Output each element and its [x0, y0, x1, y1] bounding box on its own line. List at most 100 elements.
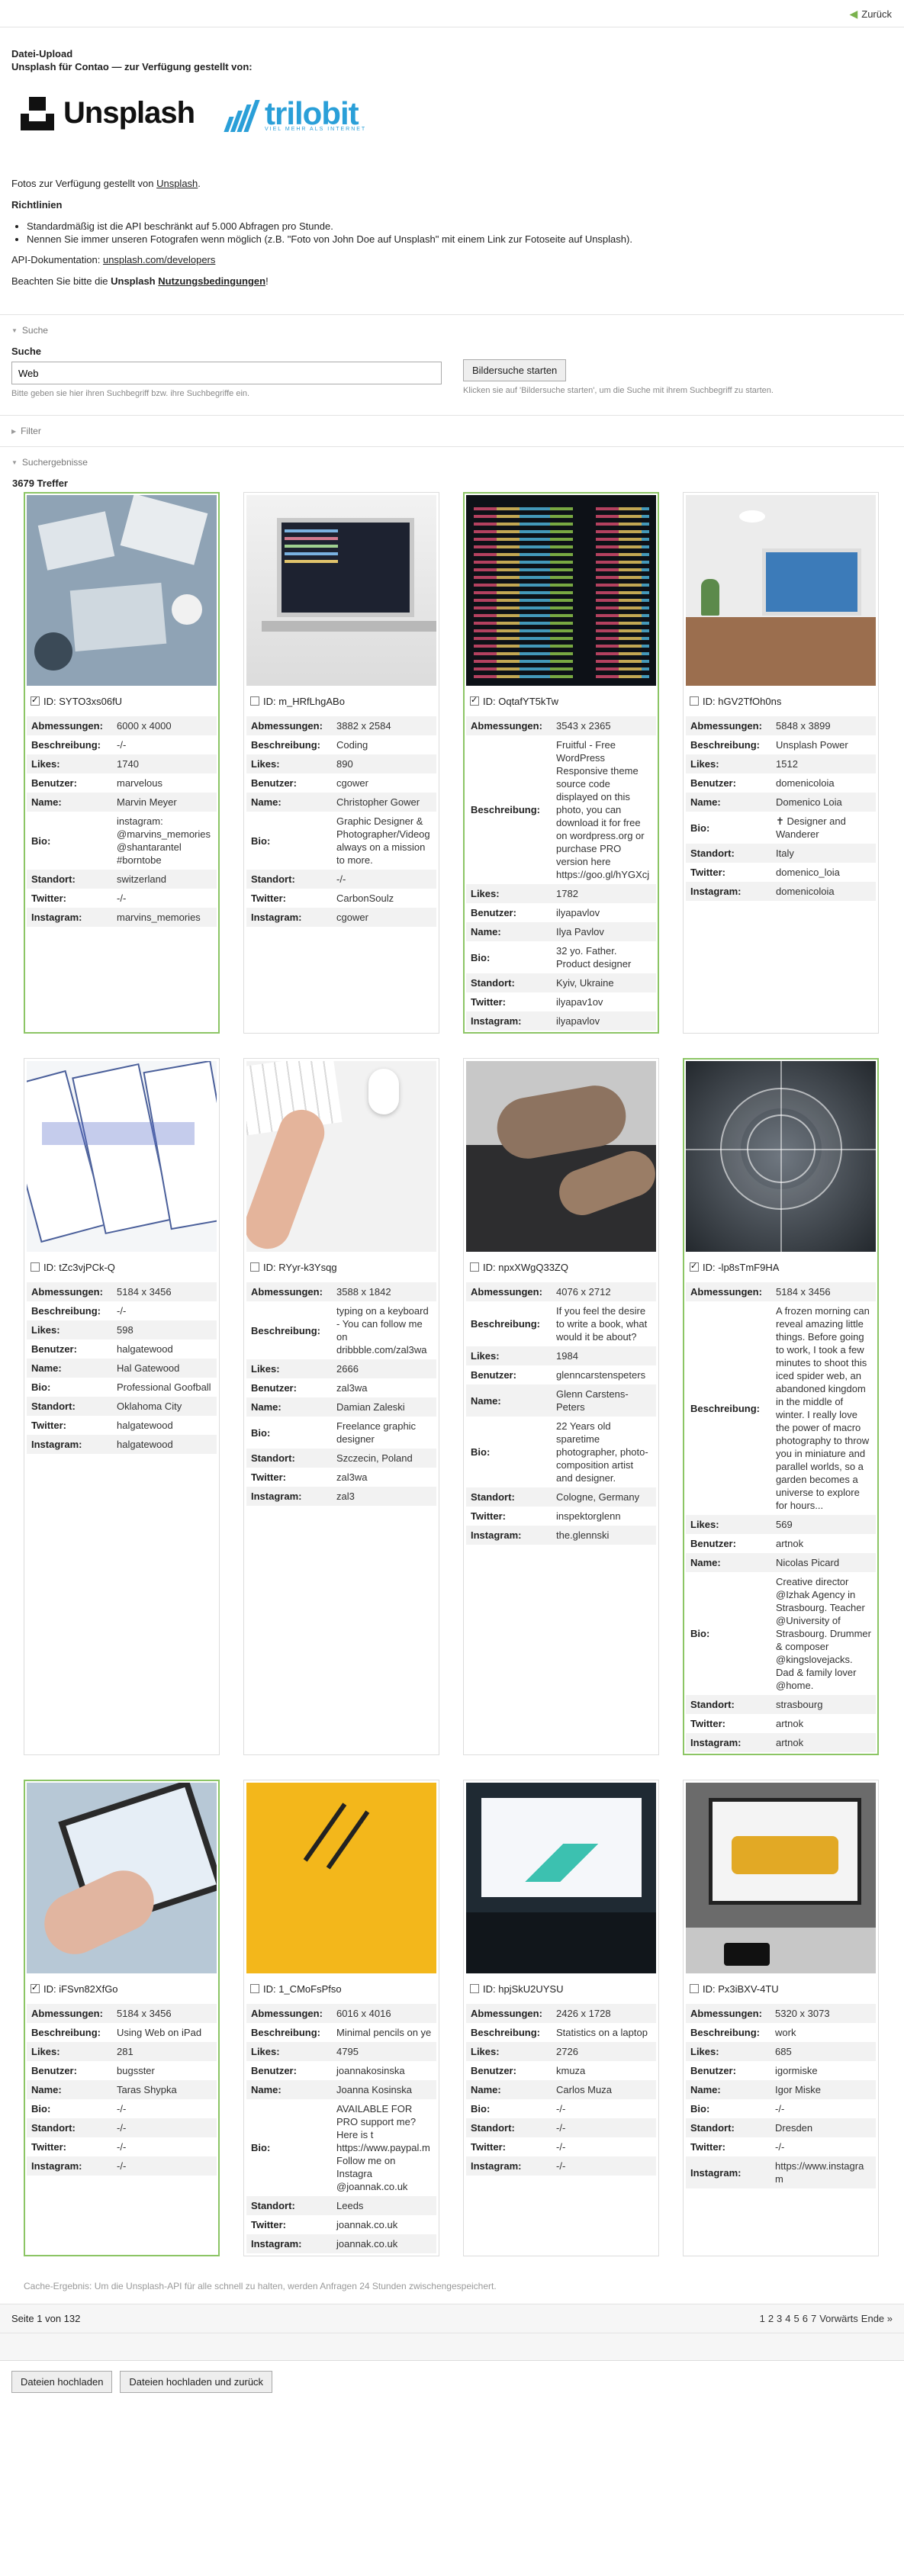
result-card[interactable]: ID: tZc3vjPCk-Q Abmessungen: 5184 x 3456 B…: [24, 1058, 220, 1755]
upload-back-button[interactable]: Dateien hochladen und zurück: [120, 2371, 273, 2393]
meta-row-name: Name: Igor Miske: [686, 2080, 876, 2099]
result-image[interactable]: [27, 1061, 217, 1252]
meta-label: Name:: [27, 2080, 112, 2099]
result-image[interactable]: [246, 1061, 436, 1252]
terms-suffix: !: [265, 275, 269, 287]
result-id-row[interactable]: ID: RYyr-k3Ysqg: [246, 1252, 436, 1282]
result-id-row[interactable]: ID: hGV2TfOh0ns: [686, 686, 876, 716]
result-image[interactable]: [686, 495, 876, 686]
result-image[interactable]: [246, 1783, 436, 1973]
api-doc-link[interactable]: unsplash.com/developers: [103, 254, 215, 265]
trilobit-logo[interactable]: trilobit VIEL MEHR ALS INTERNET: [219, 98, 366, 132]
upload-button[interactable]: Dateien hochladen: [11, 2371, 113, 2393]
meta-value: Domenico Loia: [771, 793, 876, 812]
result-card[interactable]: ID: hGV2TfOh0ns Abmessungen: 5848 x 3899 B…: [683, 492, 879, 1034]
page-link[interactable]: 3: [777, 2313, 782, 2324]
meta-row-tw: Twitter: artnok: [686, 1714, 876, 1733]
result-card[interactable]: ID: Px3iBXV-4TU Abmessungen: 5320 x 3073 B…: [683, 1780, 879, 2256]
results-count: 3679 Treffer: [12, 478, 68, 489]
result-image[interactable]: [27, 495, 217, 686]
meta-label: Twitter:: [31, 892, 66, 904]
result-id-row[interactable]: ID: 1_CMoFsPfso: [246, 1973, 436, 2004]
meta-row-dim: Abmessungen: 5848 x 3899: [686, 716, 876, 735]
result-card[interactable]: ID: RYyr-k3Ysqg Abmessungen: 3588 x 1842 B…: [243, 1058, 439, 1755]
select-checkbox[interactable]: [470, 1984, 479, 1993]
select-checkbox[interactable]: [31, 1983, 40, 1993]
page-link[interactable]: 6: [803, 2313, 808, 2324]
result-image[interactable]: [246, 495, 436, 686]
result-id: ID: hpjSkU2UYSU: [483, 1983, 564, 1995]
result-card[interactable]: ID: -lp8sTmF9HA Abmessungen:5184 x 3456B…: [683, 1058, 879, 1755]
meta-label: Bio:: [31, 2103, 51, 2115]
unsplash-logo[interactable]: Unsplash: [21, 96, 195, 130]
page-link[interactable]: 5: [794, 2313, 799, 2324]
result-id-row[interactable]: ID: npxXWgQ33ZQ: [466, 1252, 656, 1282]
result-image[interactable]: [466, 1061, 656, 1252]
select-checkbox[interactable]: [31, 1262, 40, 1272]
unsplash-link[interactable]: Unsplash: [156, 178, 198, 189]
meta-value: domenicoloia: [776, 777, 835, 789]
search-input[interactable]: [11, 362, 442, 384]
result-card[interactable]: ID: SYTO3xs06fU Abmessungen:6000 x 4000B…: [24, 492, 220, 1034]
select-checkbox[interactable]: [250, 696, 259, 706]
select-checkbox[interactable]: [250, 1262, 259, 1272]
select-checkbox[interactable]: [690, 1261, 699, 1272]
meta-row-desc: Beschreibung: work: [686, 2023, 876, 2042]
meta-label: Abmessungen:: [246, 716, 332, 735]
select-checkbox[interactable]: [250, 1984, 259, 1993]
meta-value: zal3wa: [336, 1471, 368, 1483]
result-image[interactable]: [466, 495, 656, 686]
meta-value: -/-: [775, 2141, 785, 2153]
meta-row-tw: Twitter: -/-: [466, 2137, 656, 2156]
select-checkbox[interactable]: [690, 1984, 699, 1993]
result-card[interactable]: ID: 1_CMoFsPfso Abmessungen: 6016 x 4016 B…: [243, 1780, 439, 2256]
meta-value: 32 yo. Father. Product designer: [556, 945, 632, 970]
result-id-row[interactable]: ID: iFSvn82XfGo: [27, 1973, 217, 2004]
meta-value: cgower: [332, 908, 436, 927]
result-meta: Abmessungen: 5184 x 3456 Beschreibung: Usin…: [27, 2004, 217, 2176]
meta-value: Coding: [336, 739, 368, 751]
result-image[interactable]: [686, 1061, 876, 1252]
meta-value: https://www.instagram: [770, 2156, 876, 2188]
result-id-row[interactable]: ID: Px3iBXV-4TU: [686, 1973, 876, 2004]
result-id-row[interactable]: ID: OqtafYT5kTw: [466, 686, 656, 716]
page-link[interactable]: 1: [760, 2313, 765, 2324]
result-card[interactable]: ID: hpjSkU2UYSU Abmessungen: 2426 x 1728 B…: [463, 1780, 659, 2256]
meta-value: Freelance graphic designer: [336, 1420, 417, 1445]
result-card[interactable]: ID: OqtafYT5kTw Abmessungen:3543 x 2365B…: [463, 492, 659, 1034]
meta-value: bugsster: [117, 2065, 155, 2076]
select-checkbox[interactable]: [690, 696, 699, 706]
rules-list: Standardmäßig ist die API beschränkt auf…: [27, 220, 893, 246]
result-image[interactable]: [466, 1783, 656, 1973]
page-last-link[interactable]: Ende »: [861, 2313, 893, 2324]
meta-row-tw: Twitter: ilyapav1ov: [466, 992, 656, 1011]
meta-value: Glenn Carstens-Peters: [552, 1384, 656, 1417]
result-id-row[interactable]: ID: -lp8sTmF9HA: [686, 1252, 876, 1282]
result-id-row[interactable]: ID: SYTO3xs06fU: [27, 686, 217, 716]
terms-link[interactable]: Nutzungsbedingungen: [158, 275, 265, 287]
select-checkbox[interactable]: [470, 1262, 479, 1272]
search-legend[interactable]: ▼ Suche: [11, 315, 893, 346]
page-link[interactable]: 7: [811, 2313, 816, 2324]
page-link[interactable]: 2: [768, 2313, 774, 2324]
results-legend[interactable]: ▼ Suchergebnisse: [0, 447, 904, 478]
select-checkbox[interactable]: [470, 695, 479, 706]
search-button[interactable]: Bildersuche starten: [463, 359, 567, 381]
result-image[interactable]: [27, 1783, 217, 1973]
result-id-row[interactable]: ID: hpjSkU2UYSU: [466, 1973, 656, 2004]
back-link[interactable]: ◀ Zurück: [849, 8, 892, 21]
result-card[interactable]: ID: m_HRfLhgABo Abmessungen: 3882 x 2584 B…: [243, 492, 439, 1034]
meta-row-desc: Beschreibung: -/-: [27, 1301, 217, 1320]
result-id: ID: iFSvn82XfGo: [43, 1983, 118, 1995]
result-card[interactable]: ID: npxXWgQ33ZQ Abmessungen: 4076 x 2712 B…: [463, 1058, 659, 1755]
select-checkbox[interactable]: [31, 695, 40, 706]
result-id-row[interactable]: ID: tZc3vjPCk-Q: [27, 1252, 217, 1282]
meta-row-name: Name: Carlos Muza: [466, 2080, 656, 2099]
result-id-row[interactable]: ID: m_HRfLhgABo: [246, 686, 436, 716]
result-card[interactable]: ID: iFSvn82XfGo Abmessungen:5184 x 3456B…: [24, 1780, 220, 2256]
meta-row-desc: Beschreibung: Statistics on a laptop: [466, 2023, 656, 2042]
filter-legend[interactable]: ▶ Filter: [11, 416, 893, 446]
result-image[interactable]: [686, 1783, 876, 1973]
page-link[interactable]: 4: [785, 2313, 790, 2324]
page-next-link[interactable]: Vorwärts: [819, 2313, 858, 2324]
